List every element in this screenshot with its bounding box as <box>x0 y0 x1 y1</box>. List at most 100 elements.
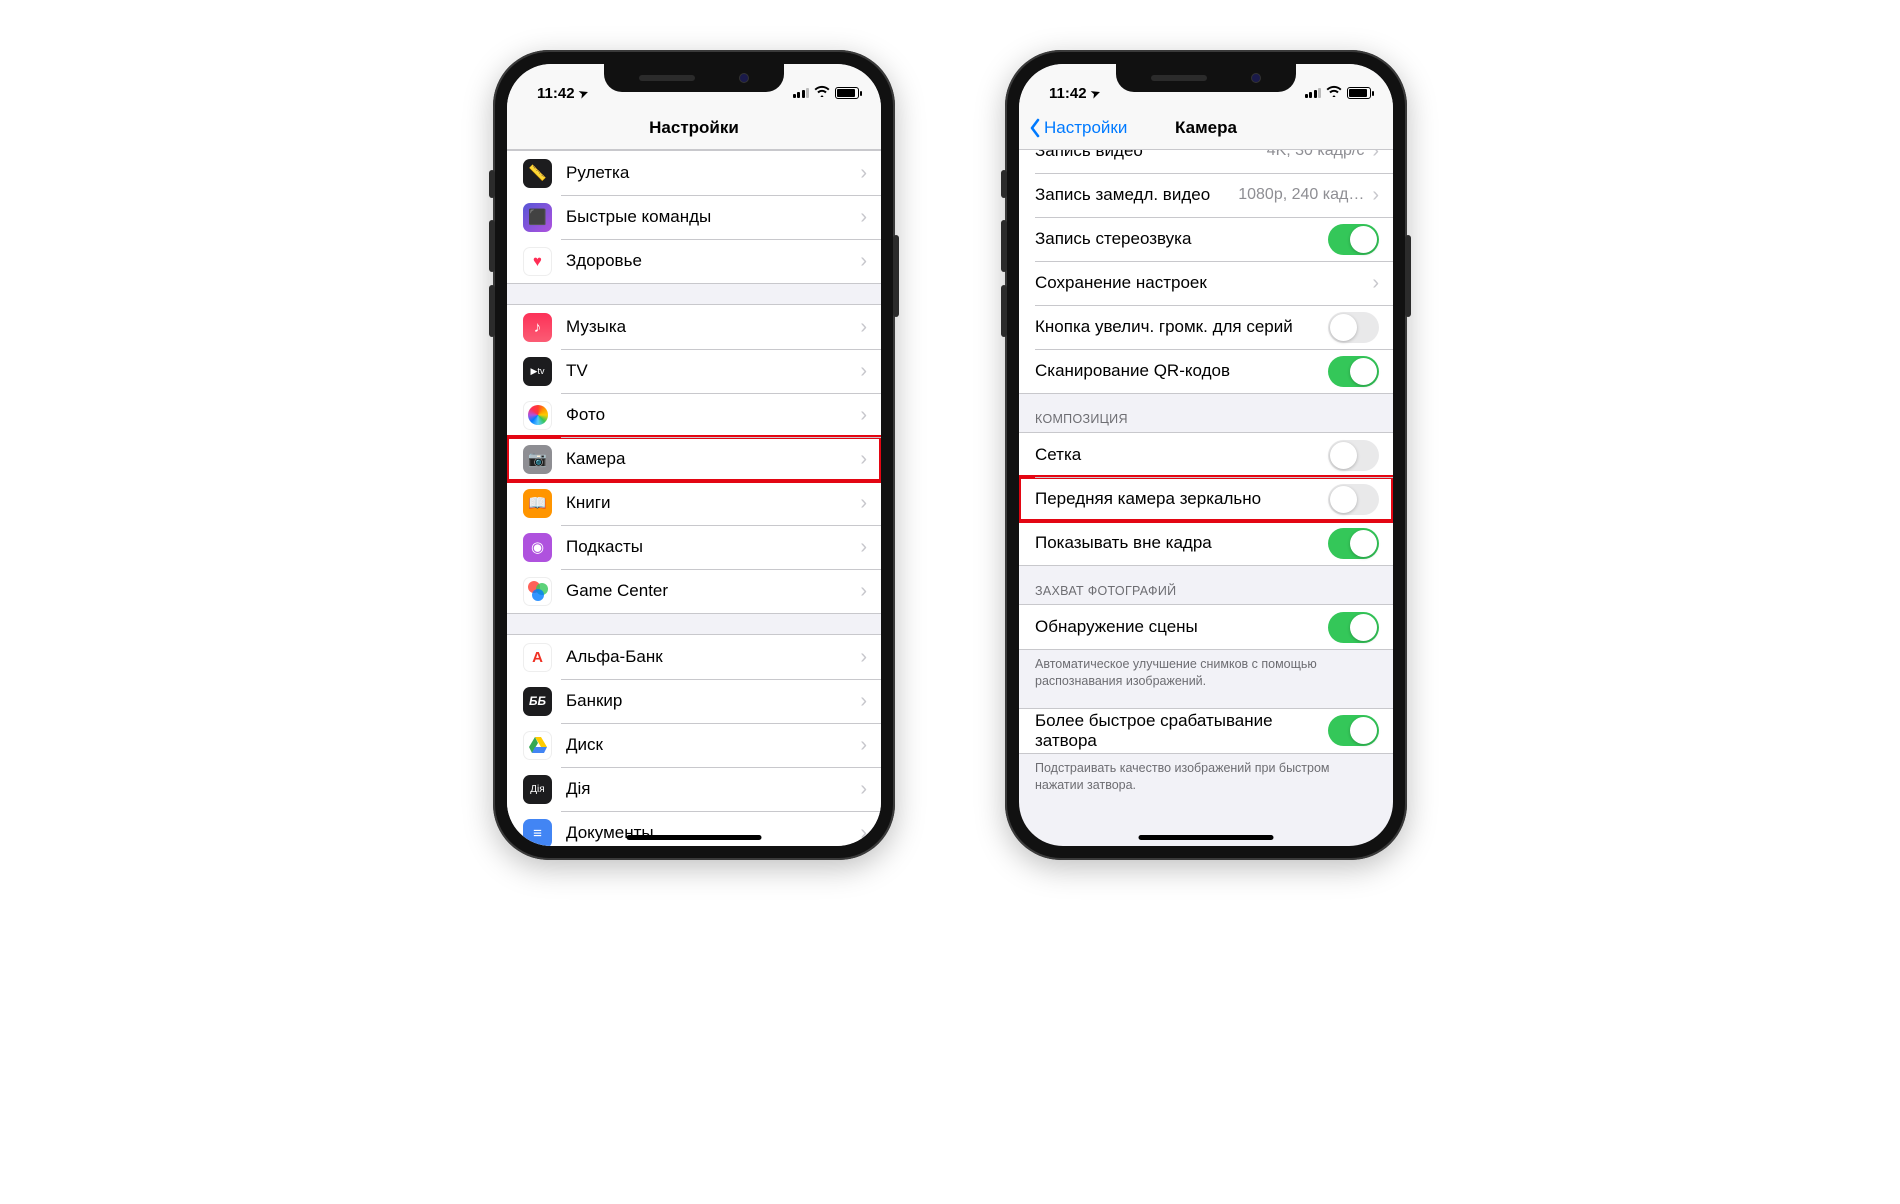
toggle-switch[interactable] <box>1328 224 1379 255</box>
row-label: Книги <box>566 493 860 513</box>
row-label: Game Center <box>566 581 860 601</box>
cellular-icon <box>1305 88 1322 98</box>
row-label: Диск <box>566 735 860 755</box>
home-indicator[interactable] <box>627 835 762 840</box>
row-label: TV <box>566 361 860 381</box>
row-label: Музыка <box>566 317 860 337</box>
health-icon: ♥ <box>523 247 552 276</box>
row-label: Камера <box>566 449 860 469</box>
music-icon: ♪ <box>523 313 552 342</box>
settings-list[interactable]: 📏Рулетка›⬛Быстрые команды›♥Здоровье› ♪Му… <box>507 150 881 846</box>
row-label: Передняя камера зеркально <box>1035 489 1328 509</box>
chevron-right-icon: › <box>860 163 867 183</box>
settings-row-photos[interactable]: Фото› <box>507 393 881 437</box>
row-label: Сканирование QR-кодов <box>1035 361 1328 381</box>
settings-row-books[interactable]: 📖 Книги› <box>507 481 881 525</box>
row-detail: 4K, 30 кадр/с <box>1267 150 1365 160</box>
podcasts-icon: ◉ <box>523 533 552 562</box>
row-label: Подкасты <box>566 537 860 557</box>
chevron-right-icon: › <box>860 779 867 799</box>
settings-row-measure[interactable]: 📏 Рулетка› <box>507 151 881 195</box>
settings-row-bankir[interactable]: ББ Банкир› <box>507 679 881 723</box>
setting-row[interactable]: Запись стереозвука <box>1019 217 1393 261</box>
section-header-capture: ЗАХВАТ ФОТОГРАФИЙ <box>1019 566 1393 604</box>
section-footer-scene: Автоматическое улучшение снимков с помощ… <box>1019 650 1393 694</box>
bankir-icon: ББ <box>523 687 552 716</box>
settings-row-diia[interactable]: ДіяДія› <box>507 767 881 811</box>
row-label: Банкир <box>566 691 860 711</box>
row-label: Сохранение настроек <box>1035 273 1372 293</box>
row-label: Обнаружение сцены <box>1035 617 1328 637</box>
settings-row-health[interactable]: ♥Здоровье› <box>507 239 881 283</box>
setting-row[interactable]: Передняя камера зеркально <box>1019 477 1393 521</box>
chevron-right-icon: › <box>1372 150 1379 161</box>
page-title: Камера <box>1175 118 1237 138</box>
setting-row[interactable]: Сканирование QR-кодов <box>1019 349 1393 393</box>
chevron-right-icon: › <box>860 581 867 601</box>
toggle-switch[interactable] <box>1328 528 1379 559</box>
chevron-right-icon: › <box>860 317 867 337</box>
camera-icon: 📷 <box>523 445 552 474</box>
camera-settings-list[interactable]: Запись видео4K, 30 кадр/с›Запись замедл.… <box>1019 150 1393 846</box>
home-indicator[interactable] <box>1139 835 1274 840</box>
toggle-switch[interactable] <box>1328 440 1379 471</box>
setting-row[interactable]: Сетка <box>1019 433 1393 477</box>
row-label: Фото <box>566 405 860 425</box>
chevron-right-icon: › <box>1372 185 1379 205</box>
toggle-switch[interactable] <box>1328 715 1379 746</box>
chevron-right-icon: › <box>860 691 867 711</box>
navbar-camera: Настройки Камера <box>1019 106 1393 150</box>
chevron-right-icon: › <box>860 207 867 227</box>
status-time: 11:42 <box>1049 85 1087 102</box>
setting-row[interactable]: Запись видео4K, 30 кадр/с› <box>1019 150 1393 173</box>
toggle-switch[interactable] <box>1328 312 1379 343</box>
chevron-right-icon: › <box>860 449 867 469</box>
location-icon: ➤ <box>1089 86 1102 101</box>
settings-row-shortcuts[interactable]: ⬛ Быстрые команды› <box>507 195 881 239</box>
settings-row-docs[interactable]: ≡Документы› <box>507 811 881 846</box>
setting-row[interactable]: Обнаружение сцены <box>1019 605 1393 649</box>
status-time: 11:42 <box>537 85 575 102</box>
row-label: Запись стереозвука <box>1035 229 1328 249</box>
settings-row-gamecenter[interactable]: Game Center› <box>507 569 881 613</box>
wifi-icon <box>814 85 830 100</box>
row-label: Альфа-Банк <box>566 647 860 667</box>
chevron-right-icon: › <box>860 537 867 557</box>
settings-row-camera[interactable]: 📷 Камера› <box>507 437 881 481</box>
settings-row-tv[interactable]: ▶tvTV› <box>507 349 881 393</box>
toggle-switch[interactable] <box>1328 484 1379 515</box>
row-label: Рулетка <box>566 163 860 183</box>
setting-row[interactable]: Более быстрое срабатывание затвора <box>1019 709 1393 753</box>
battery-icon <box>835 87 859 99</box>
setting-row[interactable]: Запись замедл. видео1080p, 240 кад…› <box>1019 173 1393 217</box>
row-label: Быстрые команды <box>566 207 860 227</box>
settings-row-drive[interactable]: Диск› <box>507 723 881 767</box>
iphone-frame-right: 11:42 ➤ Настройки Камера Запись видео4K,… <box>1005 50 1407 860</box>
settings-row-music[interactable]: ♪ Музыка› <box>507 305 881 349</box>
cellular-icon <box>793 88 810 98</box>
gamecenter-icon <box>523 577 552 606</box>
back-button[interactable]: Настройки <box>1029 118 1127 138</box>
alfabank-icon: А <box>523 643 552 672</box>
chevron-right-icon: › <box>860 493 867 513</box>
books-icon: 📖 <box>523 489 552 518</box>
chevron-right-icon: › <box>860 405 867 425</box>
wifi-icon <box>1326 85 1342 100</box>
setting-row[interactable]: Кнопка увелич. громк. для серий <box>1019 305 1393 349</box>
settings-row-podcasts[interactable]: ◉ Подкасты› <box>507 525 881 569</box>
iphone-frame-left: 11:42 ➤ Настройки 📏Рулетка›⬛Быстрые кома… <box>493 50 895 860</box>
chevron-left-icon <box>1029 118 1041 138</box>
row-label: Дія <box>566 779 860 799</box>
row-label: Документы <box>566 823 860 843</box>
diia-icon: Дія <box>523 775 552 804</box>
chevron-right-icon: › <box>860 361 867 381</box>
setting-row[interactable]: Показывать вне кадра <box>1019 521 1393 565</box>
navbar-settings: Настройки <box>507 106 881 150</box>
settings-row-alfabank[interactable]: ААльфа-Банк› <box>507 635 881 679</box>
shortcuts-icon: ⬛ <box>523 203 552 232</box>
measure-icon: 📏 <box>523 159 552 188</box>
toggle-switch[interactable] <box>1328 356 1379 387</box>
setting-row[interactable]: Сохранение настроек› <box>1019 261 1393 305</box>
chevron-right-icon: › <box>860 823 867 843</box>
toggle-switch[interactable] <box>1328 612 1379 643</box>
